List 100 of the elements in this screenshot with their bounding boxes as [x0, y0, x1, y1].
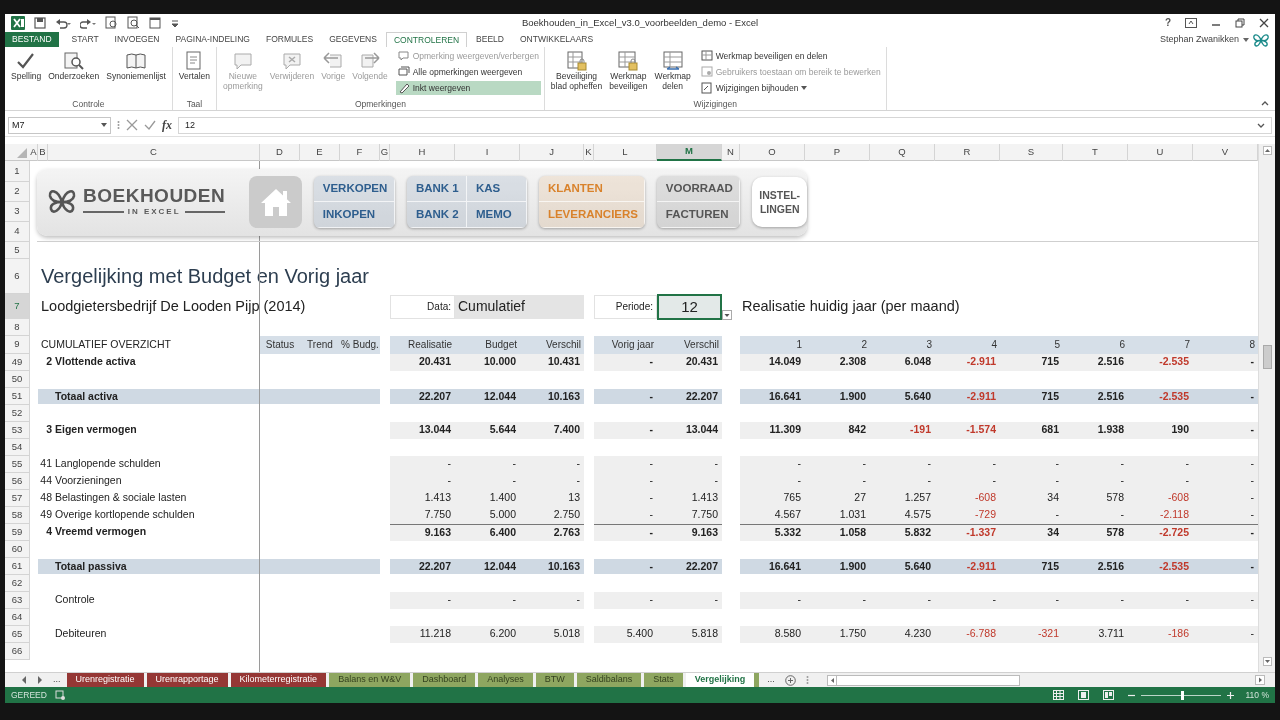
- scroll-right-icon[interactable]: [1255, 675, 1265, 686]
- column-header[interactable]: U: [1128, 143, 1193, 161]
- sheet-tab[interactable]: Urenrapportage: [146, 673, 228, 688]
- sheet-tab[interactable]: Vergelijking: [685, 673, 760, 688]
- nav-button[interactable]: VOORRAAD: [656, 176, 741, 203]
- column-header[interactable]: T: [1063, 143, 1128, 161]
- print-preview-icon[interactable]: [105, 16, 118, 30]
- horizontal-scrollbar[interactable]: [826, 674, 1020, 686]
- column-header[interactable]: K: [584, 143, 594, 161]
- column-header[interactable]: P: [805, 143, 870, 161]
- sheet-tab[interactable]: Stats: [644, 673, 683, 688]
- row-header[interactable]: 6: [5, 258, 30, 294]
- ribbon-button[interactable]: Wijzigingen bijhouden: [698, 80, 883, 95]
- row-header[interactable]: 3: [5, 201, 30, 222]
- next-sheet-icon[interactable]: [37, 676, 43, 685]
- formula-field[interactable]: 12: [178, 116, 1272, 134]
- ribbon-button[interactable]: Synoniemenlijst: [103, 48, 169, 81]
- row-header[interactable]: 2: [5, 181, 30, 202]
- redo-icon[interactable]: [80, 16, 96, 29]
- ribbon-button[interactable]: Werkmap beveiligen: [606, 48, 651, 91]
- page-layout-icon[interactable]: [1077, 690, 1089, 701]
- ribbon-tab[interactable]: START: [64, 31, 106, 47]
- data-field[interactable]: Cumulatief: [455, 294, 584, 320]
- column-header[interactable]: J: [520, 143, 584, 161]
- settings-button[interactable]: INSTEL-LINGEN: [752, 177, 807, 228]
- ribbon-button[interactable]: Spelling: [8, 48, 45, 81]
- column-header[interactable]: Q: [870, 143, 935, 161]
- column-header[interactable]: C: [48, 143, 260, 161]
- column-header[interactable]: I: [455, 143, 520, 161]
- ribbon-tab[interactable]: GEGEVENS: [322, 31, 384, 47]
- nav-button[interactable]: VERKOPEN: [313, 176, 395, 203]
- ribbon-button[interactable]: Werkmap beveiligen en delen: [698, 48, 883, 63]
- add-sheet-icon[interactable]: [784, 674, 796, 686]
- ribbon-tab[interactable]: ONTWIKKELAARS: [512, 31, 601, 47]
- ribbon-button[interactable]: Inkt weergeven: [395, 80, 541, 95]
- zoom-slider[interactable]: [1140, 690, 1221, 700]
- page-break-icon[interactable]: [1102, 690, 1114, 701]
- zoom-level[interactable]: 110 %: [1245, 688, 1269, 702]
- calendar-icon[interactable]: [149, 16, 162, 30]
- row-header[interactable]: 4: [5, 221, 30, 242]
- nav-button[interactable]: MEMO: [466, 202, 527, 229]
- period-field[interactable]: 12: [657, 293, 722, 321]
- ribbon-tab[interactable]: BEELD: [469, 31, 511, 47]
- column-header[interactable]: F: [340, 143, 380, 161]
- slider-thumb[interactable]: [1180, 690, 1184, 700]
- macro-record-icon[interactable]: [54, 690, 65, 701]
- undo-icon[interactable]: [55, 16, 71, 29]
- ribbon-tab[interactable]: INVOEGEN: [107, 31, 167, 47]
- ribbon-tab[interactable]: PAGINA-INDELING: [168, 31, 257, 47]
- zoom-in-icon[interactable]: [1226, 691, 1234, 699]
- column-header[interactable]: H: [390, 143, 455, 161]
- column-header[interactable]: D: [260, 143, 300, 161]
- column-header[interactable]: N: [722, 143, 740, 161]
- cancel-icon[interactable]: [126, 119, 138, 132]
- ribbon-button[interactable]: Onderzoeken: [45, 48, 103, 81]
- sheet-tab[interactable]: Dashboard: [413, 673, 476, 688]
- customize-caret-icon[interactable]: [171, 18, 179, 27]
- collapse-ribbon-icon[interactable]: [1261, 100, 1269, 106]
- insert-function-button[interactable]: fx: [162, 116, 172, 135]
- ribbon-button[interactable]: Alle opmerkingen weergeven: [395, 64, 541, 79]
- column-header[interactable]: G: [380, 143, 390, 161]
- nav-button[interactable]: FACTUREN: [656, 202, 741, 229]
- ribbon-tab[interactable]: BESTAND: [5, 31, 59, 47]
- save-icon[interactable]: [34, 16, 46, 29]
- user-name[interactable]: Stephan Zwanikken: [1159, 33, 1239, 47]
- column-header[interactable]: R: [935, 143, 1000, 161]
- column-header[interactable]: B: [38, 143, 48, 161]
- previous-sheet-icon[interactable]: [21, 676, 27, 685]
- column-header[interactable]: E: [300, 143, 340, 161]
- ribbon-tab[interactable]: FORMULES: [258, 31, 321, 47]
- caret-icon[interactable]: [1243, 37, 1249, 42]
- magnifier-icon[interactable]: [127, 16, 140, 30]
- normal-view-icon[interactable]: [1052, 690, 1064, 701]
- sheet-tab[interactable]: Urenregistratie: [66, 673, 144, 688]
- column-header[interactable]: O: [740, 143, 805, 161]
- vertical-scrollbar[interactable]: [1258, 143, 1275, 673]
- dropdown-icon[interactable]: [722, 310, 732, 321]
- restore-icon[interactable]: [1235, 17, 1245, 28]
- scroll-down-icon[interactable]: [1262, 657, 1272, 667]
- name-box[interactable]: M7: [8, 116, 111, 134]
- nav-button[interactable]: BANK 1: [406, 176, 467, 203]
- expand-icon[interactable]: [1257, 122, 1265, 128]
- nav-button[interactable]: KAS: [466, 176, 527, 203]
- help-button[interactable]: ?: [1164, 15, 1171, 31]
- nav-button[interactable]: INKOPEN: [313, 202, 395, 229]
- column-header[interactable]: S: [1000, 143, 1063, 161]
- column-header[interactable]: A: [30, 143, 38, 161]
- ribbon-button[interactable]: Werkmap delen: [651, 48, 694, 91]
- ribbon-button[interactable]: Vertalen: [175, 48, 214, 81]
- row-header[interactable]: 1: [5, 160, 30, 182]
- ribbon-button[interactable]: Beveiliging blad opheffen: [547, 48, 606, 91]
- sheet-tab[interactable]: Analyses: [478, 673, 533, 688]
- ribbon-display-icon[interactable]: [1185, 17, 1197, 28]
- enter-icon[interactable]: [144, 119, 156, 132]
- sheet-tab[interactable]: Saldibalans: [576, 673, 642, 688]
- close-icon[interactable]: [1259, 17, 1269, 28]
- sheet-tab[interactable]: Kilometerregistratie: [230, 673, 327, 688]
- more-sheets-button[interactable]: ...: [767, 673, 775, 687]
- sheet-tab[interactable]: Balans en W&V: [329, 673, 411, 688]
- sheet-tab[interactable]: BTW: [535, 673, 574, 688]
